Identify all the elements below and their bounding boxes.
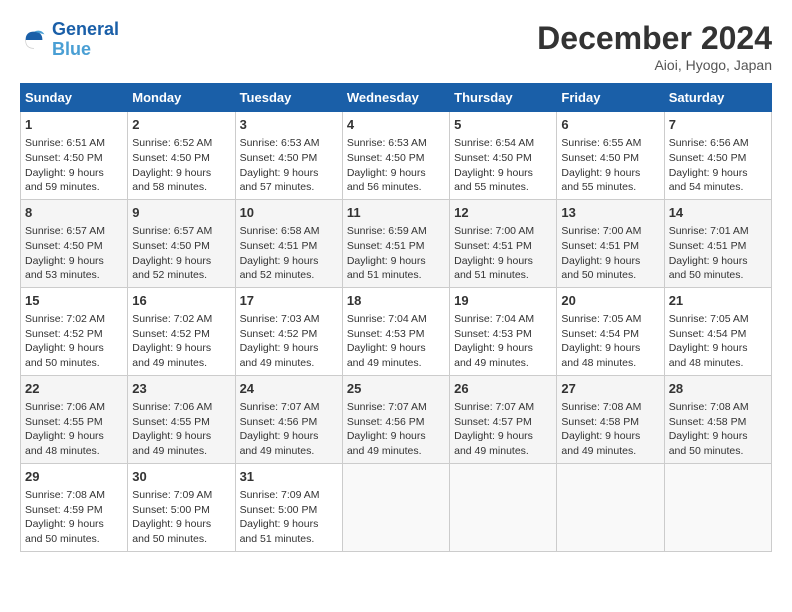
- table-row: 12Sunrise: 7:00 AMSunset: 4:51 PMDayligh…: [450, 199, 557, 287]
- calendar-week-row: 22Sunrise: 7:06 AMSunset: 4:55 PMDayligh…: [21, 375, 772, 463]
- table-row: 20Sunrise: 7:05 AMSunset: 4:54 PMDayligh…: [557, 287, 664, 375]
- table-row: 17Sunrise: 7:03 AMSunset: 4:52 PMDayligh…: [235, 287, 342, 375]
- logo-general: General: [52, 19, 119, 39]
- calendar-week-row: 1Sunrise: 6:51 AMSunset: 4:50 PMDaylight…: [21, 112, 772, 200]
- table-row: 18Sunrise: 7:04 AMSunset: 4:53 PMDayligh…: [342, 287, 449, 375]
- table-row: 21Sunrise: 7:05 AMSunset: 4:54 PMDayligh…: [664, 287, 771, 375]
- col-saturday: Saturday: [664, 84, 771, 112]
- month-title: December 2024: [537, 20, 772, 57]
- table-row: [557, 463, 664, 551]
- table-row: 25Sunrise: 7:07 AMSunset: 4:56 PMDayligh…: [342, 375, 449, 463]
- col-thursday: Thursday: [450, 84, 557, 112]
- col-tuesday: Tuesday: [235, 84, 342, 112]
- calendar-week-row: 15Sunrise: 7:02 AMSunset: 4:52 PMDayligh…: [21, 287, 772, 375]
- table-row: 14Sunrise: 7:01 AMSunset: 4:51 PMDayligh…: [664, 199, 771, 287]
- table-row: 10Sunrise: 6:58 AMSunset: 4:51 PMDayligh…: [235, 199, 342, 287]
- table-row: [342, 463, 449, 551]
- table-row: 26Sunrise: 7:07 AMSunset: 4:57 PMDayligh…: [450, 375, 557, 463]
- table-row: 4Sunrise: 6:53 AMSunset: 4:50 PMDaylight…: [342, 112, 449, 200]
- table-row: [450, 463, 557, 551]
- table-row: 7Sunrise: 6:56 AMSunset: 4:50 PMDaylight…: [664, 112, 771, 200]
- table-row: 27Sunrise: 7:08 AMSunset: 4:58 PMDayligh…: [557, 375, 664, 463]
- col-monday: Monday: [128, 84, 235, 112]
- calendar-week-row: 8Sunrise: 6:57 AMSunset: 4:50 PMDaylight…: [21, 199, 772, 287]
- logo: GeneralBlue: [20, 20, 119, 60]
- table-row: 1Sunrise: 6:51 AMSunset: 4:50 PMDaylight…: [21, 112, 128, 200]
- location: Aioi, Hyogo, Japan: [537, 57, 772, 73]
- table-row: 23Sunrise: 7:06 AMSunset: 4:55 PMDayligh…: [128, 375, 235, 463]
- table-row: 9Sunrise: 6:57 AMSunset: 4:50 PMDaylight…: [128, 199, 235, 287]
- table-row: 3Sunrise: 6:53 AMSunset: 4:50 PMDaylight…: [235, 112, 342, 200]
- table-row: 24Sunrise: 7:07 AMSunset: 4:56 PMDayligh…: [235, 375, 342, 463]
- col-sunday: Sunday: [21, 84, 128, 112]
- table-row: 15Sunrise: 7:02 AMSunset: 4:52 PMDayligh…: [21, 287, 128, 375]
- table-row: 2Sunrise: 6:52 AMSunset: 4:50 PMDaylight…: [128, 112, 235, 200]
- table-row: 29Sunrise: 7:08 AMSunset: 4:59 PMDayligh…: [21, 463, 128, 551]
- table-row: 30Sunrise: 7:09 AMSunset: 5:00 PMDayligh…: [128, 463, 235, 551]
- table-row: 22Sunrise: 7:06 AMSunset: 4:55 PMDayligh…: [21, 375, 128, 463]
- calendar-header-row: Sunday Monday Tuesday Wednesday Thursday…: [21, 84, 772, 112]
- table-row: 13Sunrise: 7:00 AMSunset: 4:51 PMDayligh…: [557, 199, 664, 287]
- logo-icon: [20, 26, 48, 54]
- page-header: GeneralBlue December 2024 Aioi, Hyogo, J…: [20, 20, 772, 73]
- table-row: 5Sunrise: 6:54 AMSunset: 4:50 PMDaylight…: [450, 112, 557, 200]
- table-row: 11Sunrise: 6:59 AMSunset: 4:51 PMDayligh…: [342, 199, 449, 287]
- table-row: 28Sunrise: 7:08 AMSunset: 4:58 PMDayligh…: [664, 375, 771, 463]
- title-block: December 2024 Aioi, Hyogo, Japan: [537, 20, 772, 73]
- table-row: 31Sunrise: 7:09 AMSunset: 5:00 PMDayligh…: [235, 463, 342, 551]
- col-friday: Friday: [557, 84, 664, 112]
- table-row: 19Sunrise: 7:04 AMSunset: 4:53 PMDayligh…: [450, 287, 557, 375]
- calendar-week-row: 29Sunrise: 7:08 AMSunset: 4:59 PMDayligh…: [21, 463, 772, 551]
- table-row: 8Sunrise: 6:57 AMSunset: 4:50 PMDaylight…: [21, 199, 128, 287]
- table-row: 6Sunrise: 6:55 AMSunset: 4:50 PMDaylight…: [557, 112, 664, 200]
- col-wednesday: Wednesday: [342, 84, 449, 112]
- logo-text: GeneralBlue: [52, 20, 119, 60]
- table-row: 16Sunrise: 7:02 AMSunset: 4:52 PMDayligh…: [128, 287, 235, 375]
- logo-blue: Blue: [52, 39, 91, 59]
- calendar-table: Sunday Monday Tuesday Wednesday Thursday…: [20, 83, 772, 552]
- table-row: [664, 463, 771, 551]
